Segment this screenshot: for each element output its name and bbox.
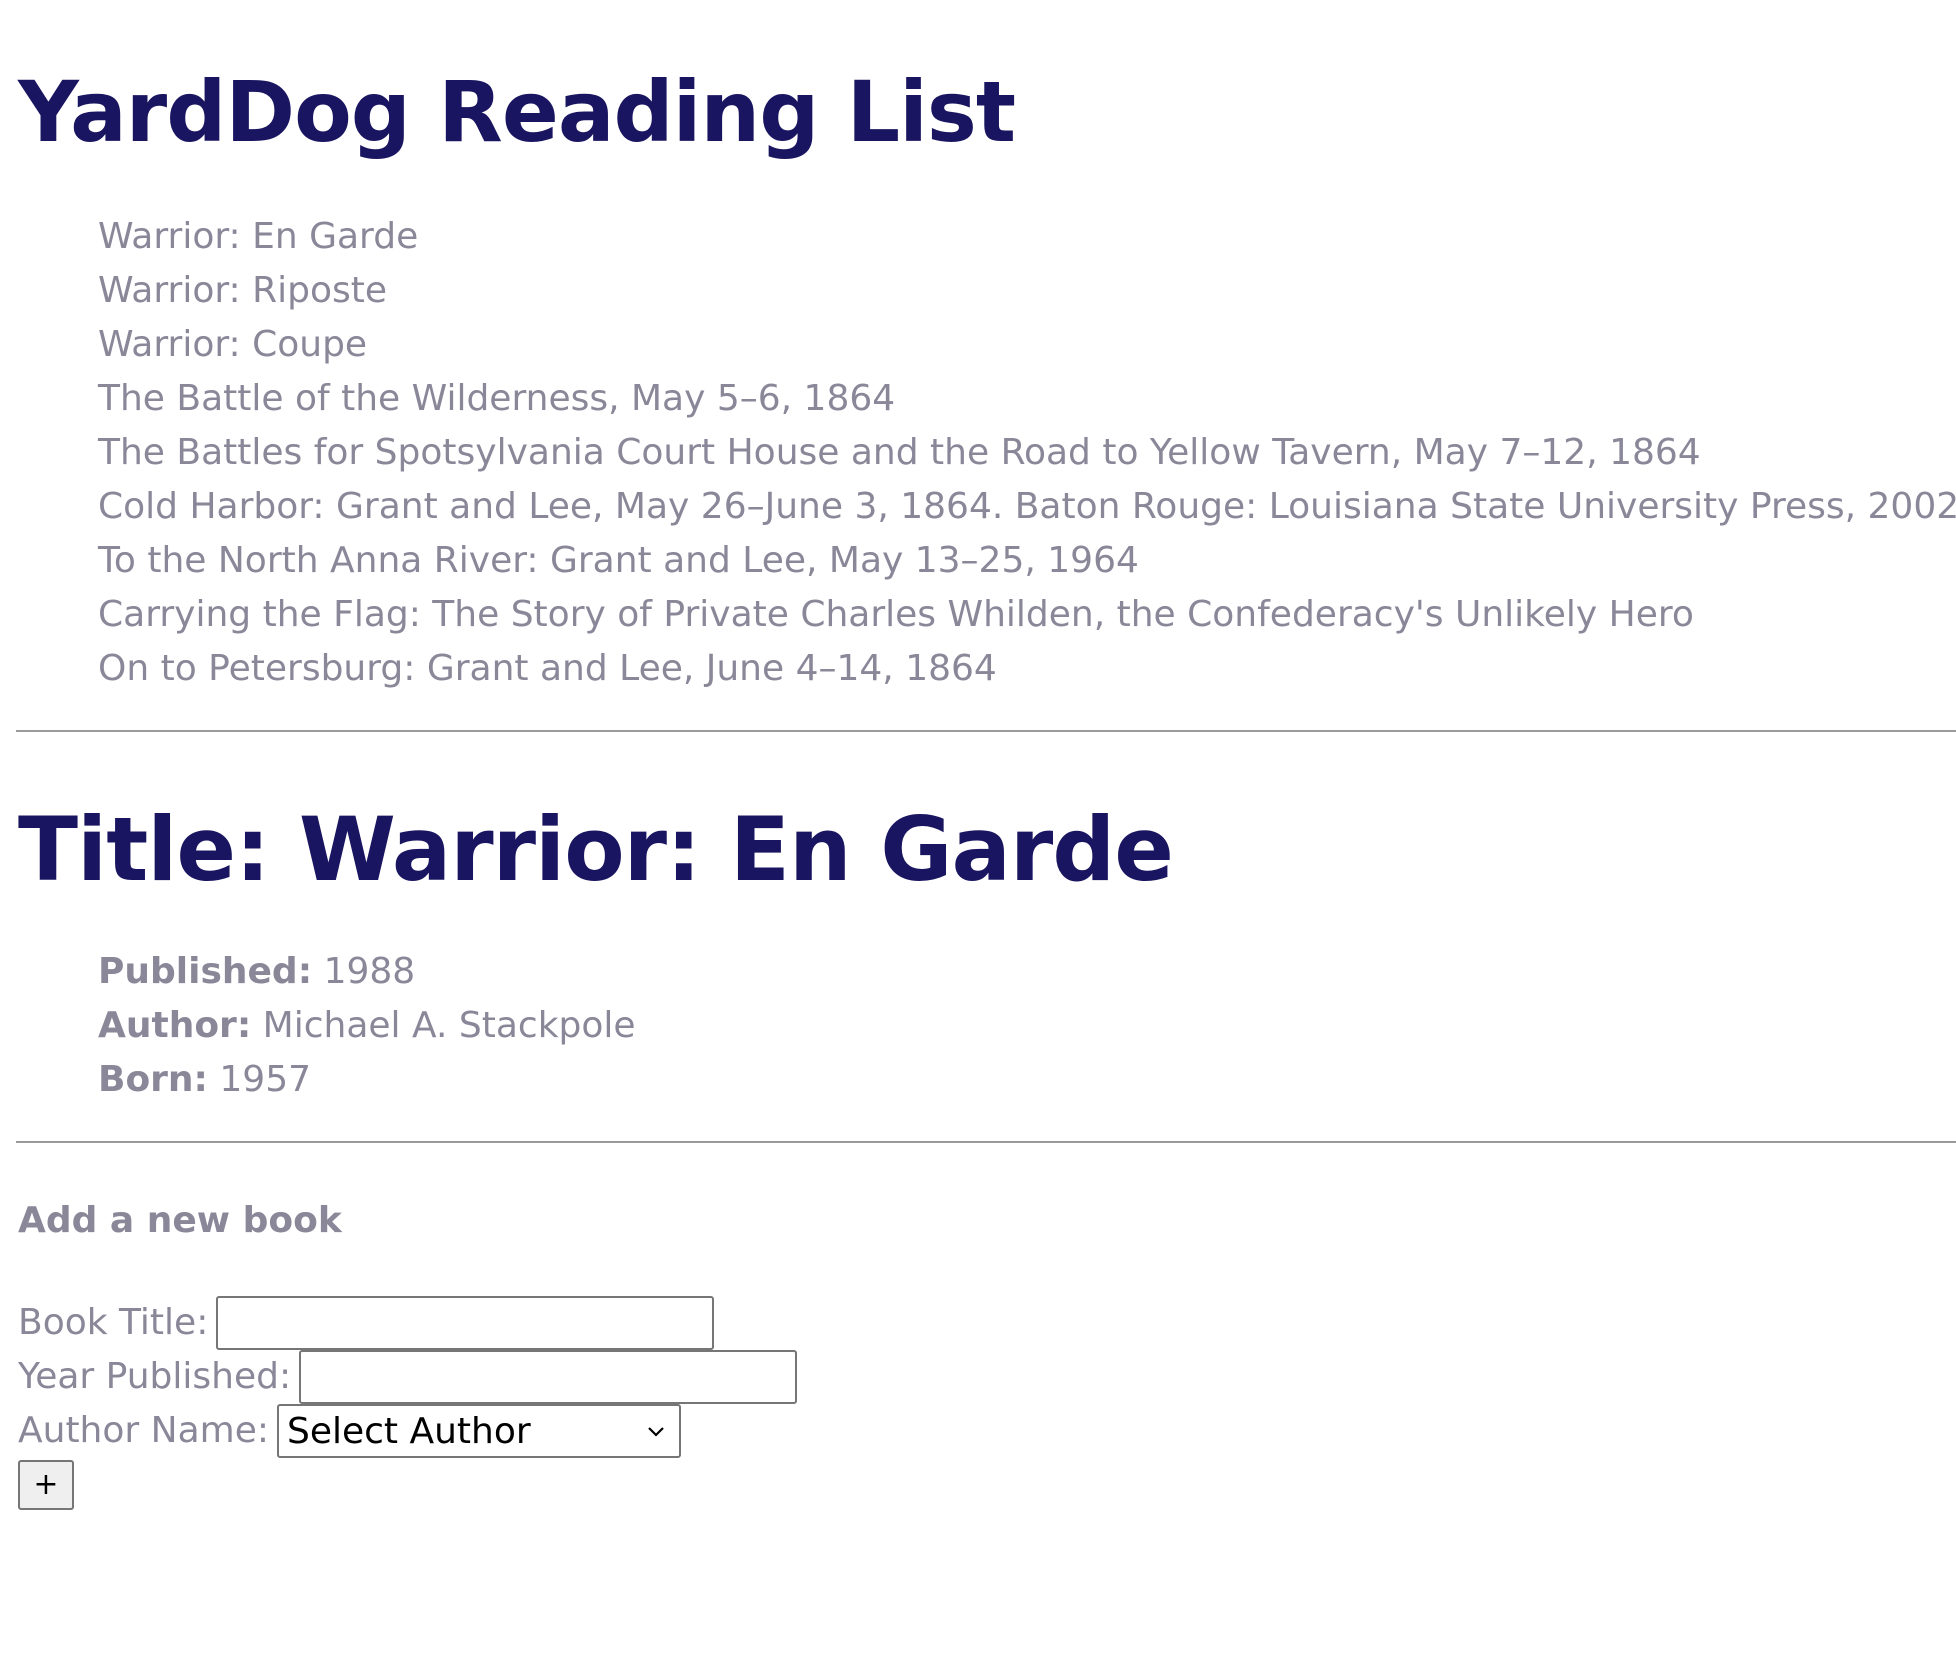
author-row: Author: Michael A. Stackpole (98, 999, 636, 1053)
book-details: Published: 1988 Author: Michael A. Stack… (98, 945, 636, 1107)
author-name-row: Author Name: Select Author (18, 1404, 797, 1458)
add-book-button[interactable]: + (18, 1460, 74, 1510)
book-title-label: Book Title: (18, 1302, 209, 1343)
year-published-input[interactable] (299, 1350, 798, 1404)
book-list-item[interactable]: On to Petersburg: Grant and Lee, June 4–… (98, 642, 1956, 696)
book-list-item[interactable]: To the North Anna River: Grant and Lee, … (98, 534, 1956, 588)
year-published-row: Year Published: (18, 1350, 798, 1404)
book-list: Warrior: En Garde Warrior: Riposte Warri… (98, 210, 1956, 696)
add-book-heading: Add a new book (18, 1200, 342, 1241)
book-list-item[interactable]: Carrying the Flag: The Story of Private … (98, 588, 1956, 642)
book-title-input[interactable] (216, 1296, 715, 1350)
author-name-label: Author Name: (18, 1410, 269, 1451)
born-row: Born: 1957 (98, 1053, 636, 1107)
book-list-item[interactable]: The Battles for Spotsylvania Court House… (98, 426, 1956, 480)
author-value: Michael A. Stackpole (262, 1005, 636, 1046)
born-label: Born: (98, 1059, 208, 1100)
book-title-row: Book Title: (18, 1296, 797, 1350)
book-list-item[interactable]: The Battle of the Wilderness, May 5–6, 1… (98, 372, 1956, 426)
author-select[interactable]: Select Author (276, 1404, 681, 1458)
divider (16, 730, 1956, 732)
author-select-value: Select Author (286, 1410, 531, 1452)
add-book-form: Book Title: Year Published: Author Name:… (18, 1296, 798, 1510)
page: YardDog Reading List Warrior: En Garde W… (0, 0, 1956, 1660)
year-published-label: Year Published: (18, 1356, 292, 1397)
divider (16, 1141, 1956, 1143)
book-detail-title: Title: Warrior: En Garde (18, 798, 1174, 901)
published-value: 1988 (323, 951, 416, 992)
book-list-item[interactable]: Warrior: En Garde (98, 210, 1956, 264)
published-row: Published: 1988 (98, 945, 636, 999)
page-title: YardDog Reading List (18, 63, 1016, 161)
book-list-item[interactable]: Warrior: Riposte (98, 264, 1956, 318)
author-label: Author: (98, 1005, 252, 1046)
published-label: Published: (98, 951, 313, 992)
book-list-item[interactable]: Cold Harbor: Grant and Lee, May 26–June … (98, 480, 1956, 534)
chevron-down-icon (648, 1427, 664, 1437)
born-value: 1957 (219, 1059, 312, 1100)
book-list-item[interactable]: Warrior: Coupe (98, 318, 1956, 372)
